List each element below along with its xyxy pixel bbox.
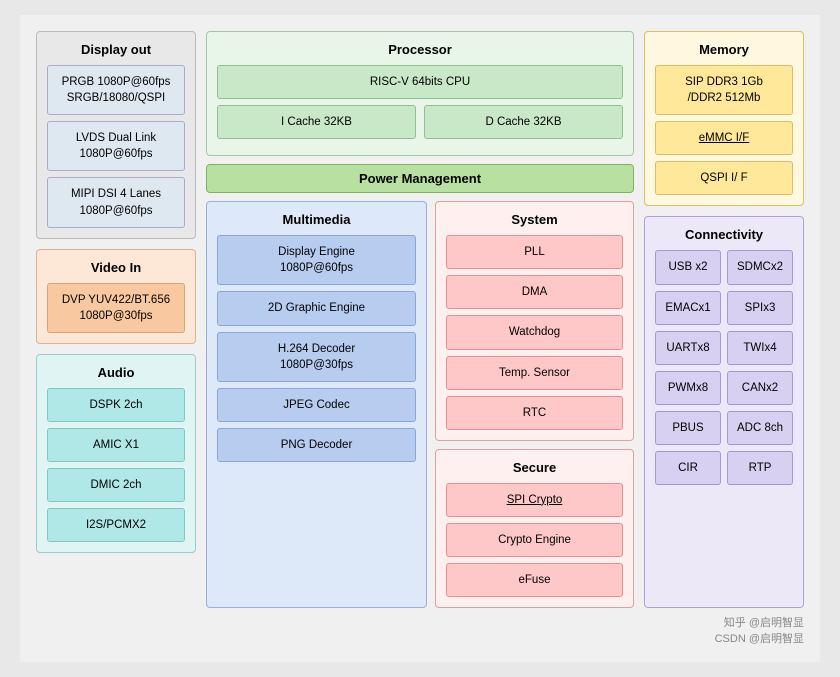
- memory-box-2: QSPI I/ F: [655, 161, 793, 195]
- multimedia-box-2: H.264 Decoder1080P@30fps: [217, 332, 416, 382]
- system-box-1: DMA: [446, 275, 623, 309]
- conn-box-1: SDMCx2: [727, 250, 793, 284]
- multimedia-box-3: JPEG Codec: [217, 388, 416, 422]
- connectivity-title: Connectivity: [655, 227, 793, 242]
- conn-box-2: EMACx1: [655, 291, 721, 325]
- cpu-box: RISC-V 64bits CPU: [217, 65, 623, 99]
- conn-box-8: PBUS: [655, 411, 721, 445]
- secure-box-2: eFuse: [446, 563, 623, 597]
- conn-box-11: RTP: [727, 451, 793, 485]
- display-out-section: Display out PRGB 1080P@60fpsSRGB/18080/Q…: [36, 31, 196, 239]
- conn-box-9: ADC 8ch: [727, 411, 793, 445]
- memory-section: Memory SIP DDR3 1Gb/DDR2 512Mb eMMC I/F …: [644, 31, 804, 206]
- system-secure-column: System PLL DMA Watchdog Temp. Sensor RTC…: [435, 201, 634, 608]
- video-in-box-0: DVP YUV422/BT.6561080P@30fps: [47, 283, 185, 333]
- conn-box-4: UARTx8: [655, 331, 721, 365]
- display-out-title: Display out: [47, 42, 185, 57]
- diagram: Display out PRGB 1080P@60fpsSRGB/18080/Q…: [20, 15, 820, 662]
- memory-title: Memory: [655, 42, 793, 57]
- system-box-4: RTC: [446, 396, 623, 430]
- system-box-2: Watchdog: [446, 315, 623, 349]
- conn-box-3: SPIx3: [727, 291, 793, 325]
- audio-title: Audio: [47, 365, 185, 380]
- multimedia-box-4: PNG Decoder: [217, 428, 416, 462]
- conn-box-10: CIR: [655, 451, 721, 485]
- system-box-0: PLL: [446, 235, 623, 269]
- cache-i-box: I Cache 32KB: [217, 105, 416, 139]
- video-in-title: Video In: [47, 260, 185, 275]
- multimedia-title: Multimedia: [217, 212, 416, 227]
- display-out-box-2: MIPI DSI 4 Lanes1080P@60fps: [47, 177, 185, 227]
- conn-box-0: USB x2: [655, 250, 721, 284]
- conn-box-6: PWMx8: [655, 371, 721, 405]
- multimedia-box-1: 2D Graphic Engine: [217, 291, 416, 325]
- secure-box-0: SPI Crypto: [446, 483, 623, 517]
- memory-box-1: eMMC I/F: [655, 121, 793, 155]
- multimedia-box-0: Display Engine1080P@60fps: [217, 235, 416, 285]
- middle-content: Multimedia Display Engine1080P@60fps 2D …: [206, 201, 634, 608]
- audio-box-0: DSPK 2ch: [47, 388, 185, 422]
- display-out-box-0: PRGB 1080P@60fpsSRGB/18080/QSPI: [47, 65, 185, 115]
- display-out-box-1: LVDS Dual Link1080P@60fps: [47, 121, 185, 171]
- connectivity-section: Connectivity USB x2 SDMCx2 EMACx1 SPIx3 …: [644, 216, 804, 608]
- audio-section: Audio DSPK 2ch AMIC X1 DMIC 2ch I2S/PCMX…: [36, 354, 196, 553]
- cache-d-box: D Cache 32KB: [424, 105, 623, 139]
- connectivity-grid: USB x2 SDMCx2 EMACx1 SPIx3 UARTx8 TWIx4 …: [655, 250, 793, 485]
- audio-box-3: I2S/PCMX2: [47, 508, 185, 542]
- processor-title: Processor: [217, 42, 623, 57]
- secure-title: Secure: [446, 460, 623, 475]
- audio-box-2: DMIC 2ch: [47, 468, 185, 502]
- system-title: System: [446, 212, 623, 227]
- power-management-bar: Power Management: [206, 164, 634, 193]
- watermark: 知乎 @启明智显CSDN @启明智显: [36, 614, 804, 646]
- video-in-section: Video In DVP YUV422/BT.6561080P@30fps: [36, 249, 196, 344]
- secure-section: Secure SPI Crypto Crypto Engine eFuse: [435, 449, 634, 608]
- audio-box-1: AMIC X1: [47, 428, 185, 462]
- left-column: Display out PRGB 1080P@60fpsSRGB/18080/Q…: [36, 31, 196, 608]
- multimedia-section: Multimedia Display Engine1080P@60fps 2D …: [206, 201, 427, 608]
- processor-section: Processor RISC-V 64bits CPU I Cache 32KB…: [206, 31, 634, 156]
- memory-box-0: SIP DDR3 1Gb/DDR2 512Mb: [655, 65, 793, 115]
- secure-box-1: Crypto Engine: [446, 523, 623, 557]
- conn-box-7: CANx2: [727, 371, 793, 405]
- system-box-3: Temp. Sensor: [446, 356, 623, 390]
- middle-column: Processor RISC-V 64bits CPU I Cache 32KB…: [206, 31, 634, 608]
- conn-box-5: TWIx4: [727, 331, 793, 365]
- right-column: Memory SIP DDR3 1Gb/DDR2 512Mb eMMC I/F …: [644, 31, 804, 608]
- system-section: System PLL DMA Watchdog Temp. Sensor RTC: [435, 201, 634, 440]
